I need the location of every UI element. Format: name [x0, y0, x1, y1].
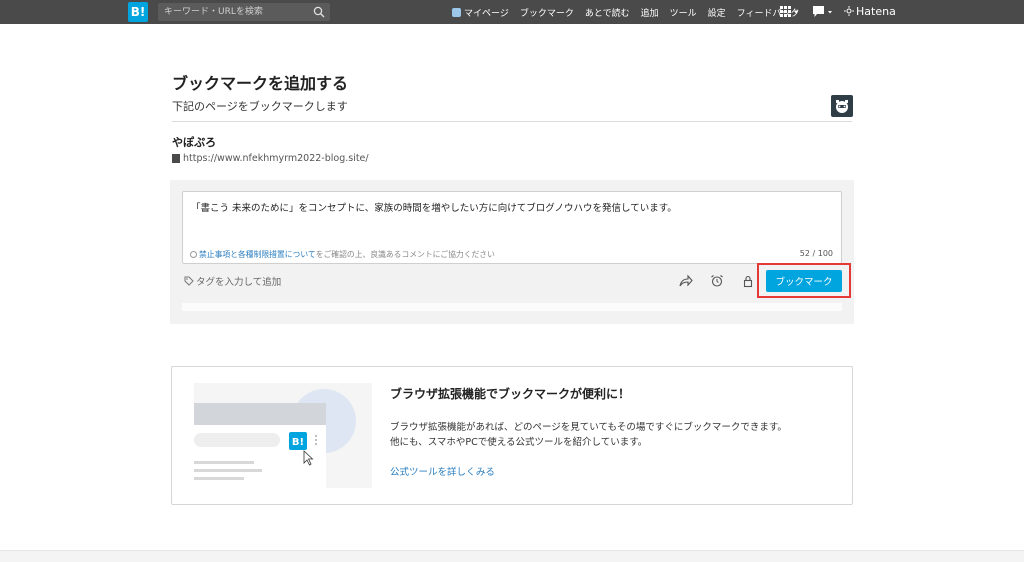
- panel-footer-strip: [182, 303, 842, 311]
- page-footer: [0, 550, 1024, 562]
- top-navigation-bar: B! マイページ ブックマーク あとで読む 追加 ツール 設定 フィードバック …: [0, 0, 1024, 24]
- nav-add[interactable]: 追加: [641, 6, 659, 19]
- search-box: [158, 3, 330, 21]
- hatena-sun-icon: [844, 6, 854, 16]
- comment-notice-text: をご確認の上、良識あるコメントにご協力ください: [315, 250, 495, 259]
- header-divider: [172, 121, 852, 122]
- nav-mypage-label: マイページ: [464, 8, 509, 19]
- global-nav: マイページ ブックマーク あとで読む 追加 ツール 設定 フィードバック: [452, 0, 810, 24]
- hatena-label: Hatena: [856, 5, 896, 18]
- tag-icon: [184, 276, 194, 286]
- nav-bookmark[interactable]: ブックマーク: [520, 6, 574, 19]
- tag-input-placeholder: タグを入力して追加: [196, 277, 282, 288]
- browser-illustration: B!: [194, 389, 356, 488]
- comment-notice: 禁止事項と各種制限措置について をご確認の上、良識あるコメントにご協力ください: [190, 249, 495, 260]
- promo-description-2: 他にも、スマホやPCで使える公式ツールを紹介しています。: [390, 437, 648, 448]
- hatena-brand[interactable]: Hatena: [844, 5, 896, 18]
- search-input[interactable]: [164, 4, 304, 20]
- notification-message-icon[interactable]: [813, 6, 835, 18]
- nav-mypage[interactable]: マイページ: [452, 6, 509, 19]
- avatar[interactable]: [831, 95, 853, 117]
- apps-grid-icon[interactable]: [780, 6, 800, 18]
- extension-illustration: B!: [194, 383, 372, 488]
- entry-url-text: https://www.nfekhmyrm2022-blog.site/: [183, 153, 369, 164]
- tag-input[interactable]: タグを入力して追加: [184, 274, 281, 288]
- mypage-icon: [452, 7, 461, 17]
- promo-title: ブラウザ拡張機能でブックマークが便利に！: [390, 387, 631, 401]
- nav-read-later[interactable]: あとで読む: [585, 6, 630, 19]
- page-subtitle: 下記のページをブックマークします: [172, 100, 348, 113]
- search-icon[interactable]: [313, 6, 325, 18]
- share-icon[interactable]: [679, 274, 693, 288]
- entry-site-title: やぽぷろ: [172, 136, 217, 149]
- avatar-icon: [836, 100, 848, 113]
- info-icon: [190, 251, 197, 258]
- comment-text: 「書こう 未来のために」をコンセプトに、家族の時間を増やしたい方に向けてブログノ…: [191, 203, 677, 214]
- nav-settings[interactable]: 設定: [708, 6, 726, 19]
- character-counter: 52 / 100: [799, 249, 833, 258]
- alarm-icon[interactable]: [710, 274, 724, 288]
- favicon-icon: [172, 154, 180, 163]
- hatena-bookmark-logo[interactable]: B!: [128, 2, 148, 22]
- comment-textarea[interactable]: 「書こう 未来のために」をコンセプトに、家族の時間を増やしたい方に向けてブログノ…: [182, 191, 842, 264]
- nav-tools[interactable]: ツール: [670, 6, 697, 19]
- prohibited-items-link[interactable]: 禁止事項と各種制限措置について: [199, 249, 316, 260]
- page-title: ブックマークを追加する: [172, 74, 349, 93]
- promo-description-1: ブラウザ拡張機能があれば、どのページを見ていてもその場ですぐにブックマークできま…: [390, 422, 787, 433]
- lock-icon[interactable]: [741, 274, 755, 288]
- entry-url: https://www.nfekhmyrm2022-blog.site/: [172, 153, 369, 164]
- illustration-badge: B!: [292, 437, 304, 448]
- bookmark-submit-button[interactable]: ブックマーク: [766, 270, 842, 292]
- official-tools-link[interactable]: 公式ツールを詳しくみる: [390, 464, 495, 478]
